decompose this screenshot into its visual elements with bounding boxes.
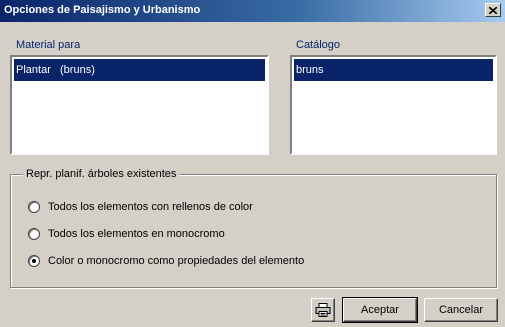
accept-button[interactable]: Aceptar <box>342 297 418 323</box>
radio-button[interactable] <box>28 201 40 213</box>
radio-label: Todos los elementos con rellenos de colo… <box>48 201 253 213</box>
radio-color-fills[interactable]: Todos los elementos con rellenos de colo… <box>28 201 253 213</box>
radio-label: Todos los elementos en monocromo <box>48 228 225 240</box>
title-bar: Opciones de Paisajismo y Urbanismo <box>0 0 505 22</box>
close-button[interactable] <box>485 3 501 17</box>
catalog-list-item[interactable]: bruns <box>294 59 493 81</box>
radio-button-checked[interactable] <box>28 255 40 267</box>
catalog-listbox[interactable]: bruns <box>290 55 497 155</box>
print-button[interactable] <box>311 298 335 322</box>
radio-button[interactable] <box>28 228 40 240</box>
printer-icon <box>315 303 331 317</box>
close-icon <box>489 6 497 14</box>
material-list-item[interactable]: Plantar (bruns) <box>14 59 265 81</box>
radio-monochrome[interactable]: Todos los elementos en monocromo <box>28 228 225 240</box>
material-listbox[interactable]: Plantar (bruns) <box>10 55 269 155</box>
group-title: Repr. planif. árboles existentes <box>23 168 180 180</box>
cancel-button[interactable]: Cancelar <box>424 298 498 322</box>
radio-dot <box>32 259 36 263</box>
radio-label: Color o monocromo como propiedades del e… <box>48 255 305 267</box>
window-title: Opciones de Paisajismo y Urbanismo <box>4 4 201 16</box>
radio-element-properties[interactable]: Color o monocromo como propiedades del e… <box>28 255 304 267</box>
catalog-label: Catálogo <box>296 39 341 51</box>
material-label: Material para <box>16 39 81 51</box>
